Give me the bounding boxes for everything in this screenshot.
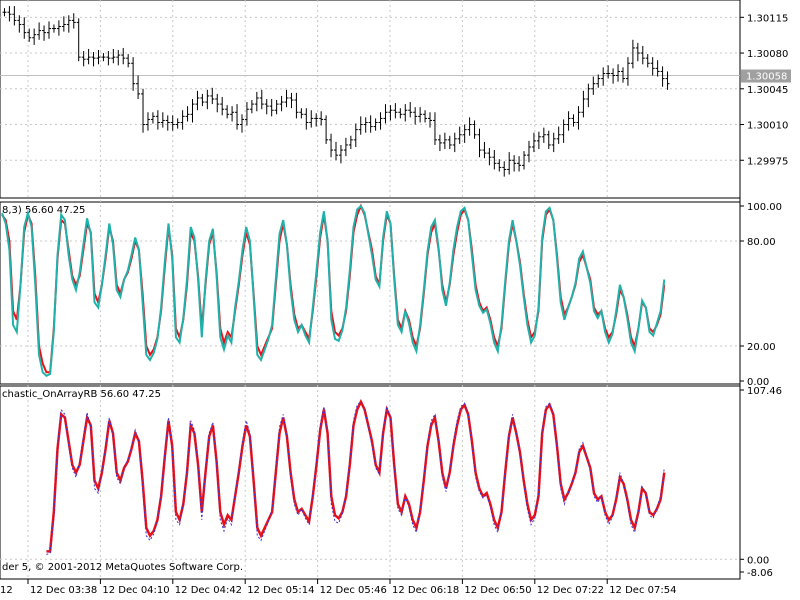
rb-legend: chastic_OnArrayRB 56.60 47.25 (2, 389, 161, 400)
current-price-tag: 1.30058 (741, 69, 791, 83)
price-pane-frame (0, 0, 741, 199)
osc-series-line (46, 398, 666, 553)
osc-series-line (46, 401, 665, 556)
chart-canvas: 1.30115 1.30080 1.30045 1.30010 1.29975 1.30… (0, 0, 791, 596)
stoch-legend: 8,3) 56.60 47.25 (2, 205, 85, 216)
rb-axis-ticks: 107.46 0.00 -8.06 (740, 386, 782, 579)
price-tick-label: 1.30045 (747, 85, 788, 96)
price-tick-label: 1.30115 (747, 13, 788, 24)
grid-lines (0, 0, 740, 579)
price-tick-label: 1.30080 (747, 49, 788, 60)
osc-tick-label: 100.00 (747, 202, 782, 213)
time-label: 12 Dec 03:38 (30, 585, 97, 596)
price-tick-label: 1.30010 (747, 121, 788, 132)
rb-pane-frame (0, 385, 741, 580)
price-tick-label: 1.29975 (747, 156, 788, 167)
rb-lines (46, 398, 666, 556)
time-axis: 12 12 Dec 03:38 12 Dec 04:10 12 Dec 04:42 1… (0, 579, 676, 596)
time-label: 12 Dec 06:18 (392, 585, 459, 596)
price-pane: 1.30115 1.30080 1.30045 1.30010 1.29975 1.30… (0, 6, 791, 177)
stochastic-onarrayrb-pane: chastic_OnArrayRB 56.60 47.25 107.46 0.00… (2, 386, 782, 579)
time-label: 12 Dec 07:54 (609, 585, 676, 596)
stochastic-lines (1, 203, 666, 378)
osc-tick-label: 80.00 (747, 237, 776, 248)
time-label: 12 Dec 05:46 (320, 585, 387, 596)
copyright-text: der 5, © 2001-2012 MetaQuotes Software C… (2, 562, 243, 573)
chart-window: 1.30115 1.30080 1.30045 1.30010 1.29975 1.30… (0, 0, 800, 600)
price-axis-ticks: 1.30115 1.30080 1.30045 1.30010 1.29975 (740, 13, 788, 167)
osc-series-line (1, 204, 666, 378)
pane-frames (0, 0, 741, 580)
time-label: 12 Dec 06:50 (464, 585, 531, 596)
stochastic-pane: 8,3) 56.60 47.25 100.0080.0020.000.00 (1, 202, 782, 388)
current-price-label: 1.30058 (746, 72, 787, 83)
osc-tick-label: 107.46 (747, 386, 782, 397)
stoch-axis-ticks: 100.0080.0020.000.00 (740, 202, 782, 388)
time-label-partial: 12 (0, 585, 13, 596)
osc-tick-label: -8.06 (747, 568, 773, 579)
time-label: 12 Dec 07:22 (537, 585, 604, 596)
osc-tick-label: 0.00 (747, 555, 769, 566)
time-label: 12 Dec 04:10 (102, 585, 169, 596)
time-label: 12 Dec 04:42 (175, 585, 242, 596)
time-label: 12 Dec 05:14 (247, 585, 314, 596)
price-bars (2, 6, 670, 177)
osc-tick-label: 20.00 (747, 342, 776, 353)
